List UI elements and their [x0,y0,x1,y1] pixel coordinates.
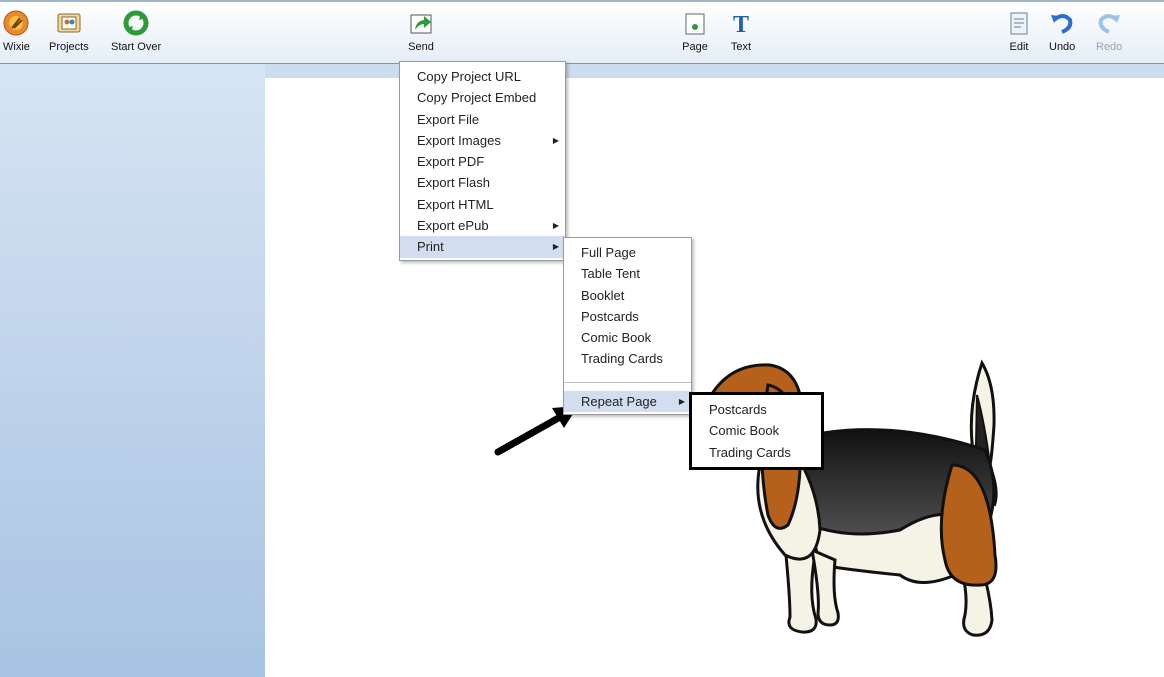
print-menu-item-comic-book[interactable]: Comic Book [564,327,691,348]
submenu-arrow-icon: ▶ [552,242,559,252]
print-submenu: Full Page Table Tent Booklet Postcards Comic… [563,237,692,416]
send-menu-item-export-epub[interactable]: Export ePub ▶ [400,215,565,236]
page-button[interactable]: Page [682,10,708,54]
send-menu: Copy Project URL Copy Project Embed Export… [399,61,566,261]
redo-label: Redo [1096,41,1123,53]
edit-label: Edit [1009,41,1029,53]
wixie-logo-icon [3,10,29,36]
send-menu-item-export-html[interactable]: Export HTML [400,194,565,215]
print-menu-item-label: Postcards [581,308,639,324]
start-over-button[interactable]: Start Over [111,10,161,54]
text-icon: T [733,12,749,36]
edit-button[interactable]: Edit [1006,10,1032,54]
print-menu-item-postcards[interactable]: Postcards [564,306,691,327]
projects-button[interactable]: Projects [49,10,89,54]
send-menu-item-label: Export Flash [417,175,490,191]
print-menu-item-label: Table Tent [581,266,641,282]
repeat-page-submenu: Postcards Comic Book Trading Cards [689,392,824,470]
print-menu-item-label: Comic Book [581,330,652,346]
svg-text:T: T [733,12,749,36]
page-sorter-sidebar[interactable] [0,64,265,677]
send-menu-item-copy-project-url[interactable]: Copy Project URL [400,66,565,87]
send-menu-item-label: Print [417,239,444,255]
send-icon [410,14,432,34]
repeat-page-menu-item-label: Comic Book [709,423,780,439]
menu-separator [564,381,691,383]
send-menu-item-export-file[interactable]: Export File [400,109,565,130]
print-menu-item-trading-cards[interactable]: Trading Cards [564,348,691,369]
repeat-page-menu-item-label: Trading Cards [709,444,791,460]
top-toolbar: Wixie Projects Start Over Send Page T Te… [0,0,1164,64]
repeat-page-menu-item-trading-cards[interactable]: Trading Cards [692,442,821,463]
start-over-icon [123,10,149,36]
repeat-page-menu-item-postcards[interactable]: Postcards [692,399,821,420]
print-menu-item-table-tent[interactable]: Table Tent [564,263,691,284]
send-menu-item-label: Copy Project URL [417,69,522,84]
print-menu-item-label: Trading Cards [581,351,663,367]
edit-icon [1010,12,1028,35]
projects-icon [57,13,81,33]
send-label: Send [408,41,434,53]
page-label: Page [682,41,708,53]
send-menu-item-print[interactable]: Print ▶ [400,236,565,258]
send-menu-item-export-images[interactable]: Export Images ▶ [400,130,565,151]
wixie-button[interactable]: Wixie [3,10,30,54]
send-menu-item-label: Copy Project Embed [417,90,537,106]
print-menu-item-repeat-page[interactable]: Repeat Page ▶ [564,390,691,413]
repeat-page-menu-item-comic-book[interactable]: Comic Book [692,420,821,441]
undo-icon [1051,14,1073,34]
print-menu-item-booklet[interactable]: Booklet [564,285,691,306]
undo-button[interactable]: Undo [1049,10,1075,54]
submenu-arrow-icon: ▶ [552,221,559,231]
send-button[interactable]: Send [408,10,434,54]
print-menu-item-full-page[interactable]: Full Page [564,242,691,263]
send-menu-item-label: Export ePub [417,218,489,234]
send-menu-item-label: Export File [417,111,480,127]
start-over-label: Start Over [111,41,162,53]
send-menu-item-copy-project-embed[interactable]: Copy Project Embed [400,87,565,108]
send-menu-item-label: Export Images [417,132,501,148]
print-menu-item-label: Booklet [581,287,625,303]
page-icon [685,13,705,35]
undo-label: Undo [1049,41,1076,53]
print-menu-item-label: Full Page [581,245,636,260]
text-button[interactable]: T Text [728,10,754,54]
send-menu-item-export-flash[interactable]: Export Flash [400,172,565,193]
repeat-page-menu-item-label: Postcards [709,402,767,417]
send-menu-item-export-pdf[interactable]: Export PDF [400,151,565,172]
submenu-arrow-icon: ▶ [678,396,685,406]
send-menu-item-label: Export PDF [417,154,485,170]
wixie-label: Wixie [3,41,30,53]
projects-label: Projects [49,41,89,53]
print-menu-item-label: Repeat Page [581,393,657,409]
redo-button[interactable]: Redo [1096,10,1122,54]
redo-icon [1098,14,1121,34]
text-label: Text [730,41,752,53]
submenu-arrow-icon: ▶ [552,135,559,145]
send-menu-item-label: Export HTML [417,196,494,212]
